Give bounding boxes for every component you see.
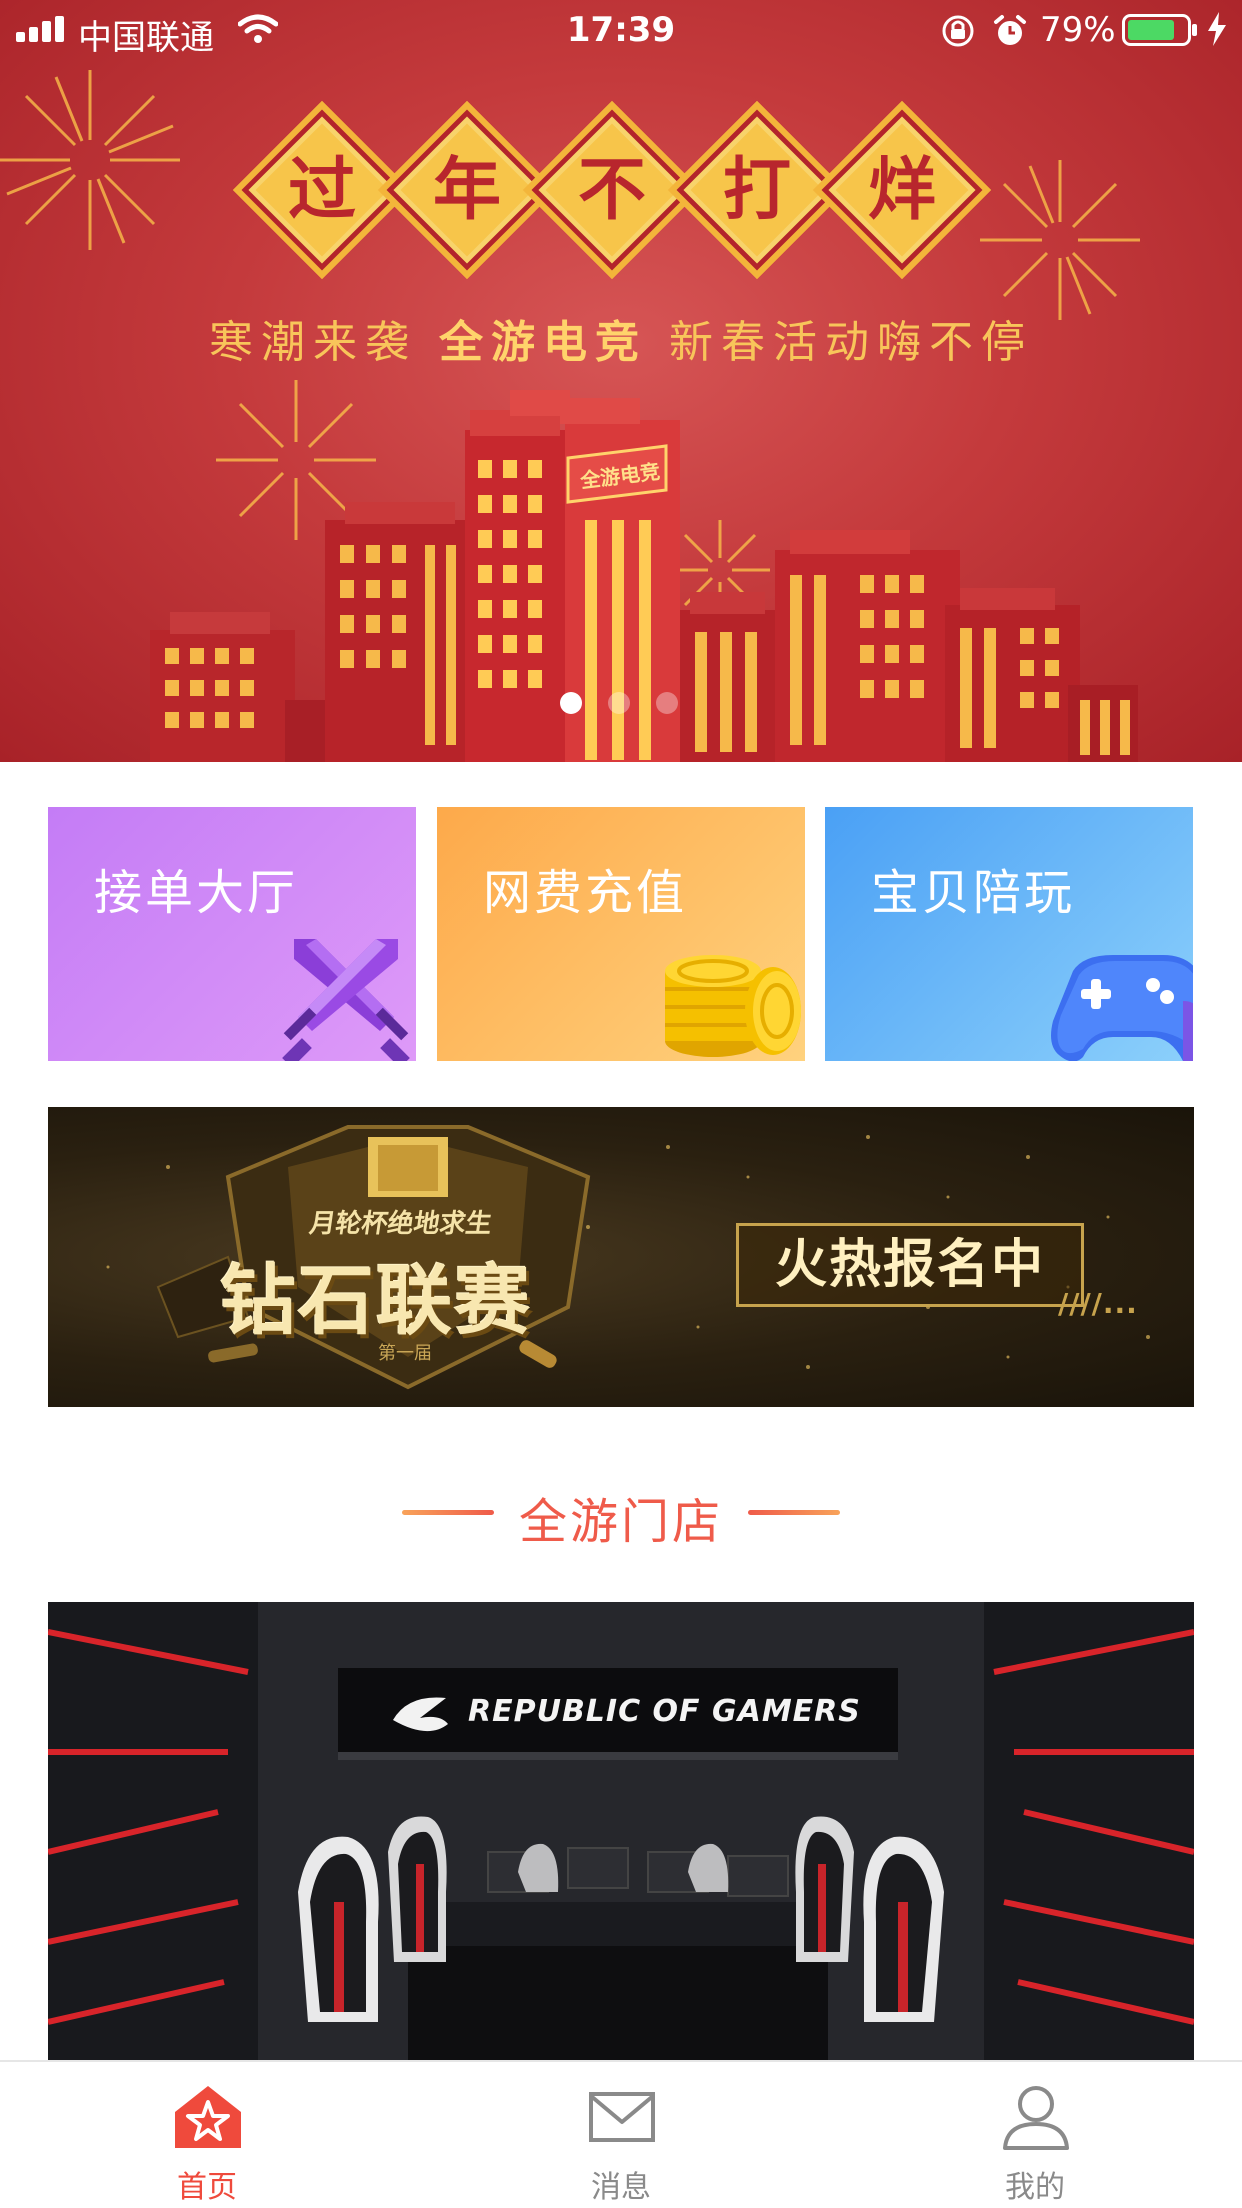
pager-dot[interactable] — [608, 692, 630, 714]
feature-card-label: 接单大厅 — [94, 865, 299, 921]
store-sign-text: REPUBLIC OF GAMERS — [468, 1694, 861, 1729]
section-title: 全游门店 — [518, 1494, 723, 1550]
store-interior-illustration — [48, 1602, 1194, 2062]
feature-card-companion-play[interactable]: 宝贝陪玩 — [825, 807, 1193, 1061]
battery-icon — [1122, 14, 1197, 46]
feature-card-net-recharge[interactable]: 网费充值 — [437, 807, 805, 1061]
banner-pager[interactable] — [560, 692, 704, 716]
tab-profile[interactable]: 我的 — [828, 2062, 1242, 2208]
status-bar: 中国联通 17:39 79% — [0, 0, 1242, 60]
tab-home[interactable]: 首页 — [0, 2062, 414, 2208]
tab-messages[interactable]: 消息 — [414, 2062, 828, 2208]
store-photo[interactable]: REPUBLIC OF GAMERS — [48, 1602, 1194, 2062]
hero-subtitle-brand: 全游电竞 — [439, 317, 647, 368]
envelope-icon — [589, 2092, 655, 2142]
tab-label: 首页 — [177, 2170, 237, 2205]
hero-subtitle: 寒潮来袭 全游电竞 新春活动嗨不停 — [0, 306, 1242, 370]
home-screen: 全游电竞 中国联通 17:39 79% 过 年 不 打 烊 寒潮来袭 全游电竞 … — [0, 0, 1242, 2208]
alarm-icon — [994, 15, 1026, 45]
feature-card-label: 宝贝陪玩 — [871, 865, 1076, 921]
pager-dot-active[interactable] — [560, 692, 582, 714]
hero-title-diamond: 烊 — [812, 100, 992, 280]
hero-subtitle-left: 寒潮来袭 — [209, 317, 417, 368]
bottom-tab-bar: 首页 消息 我的 — [0, 2060, 1242, 2208]
feature-card-label: 网费充值 — [483, 865, 688, 921]
rotation-lock-icon — [942, 15, 974, 47]
hero-title-char: 烊 — [867, 150, 936, 230]
promo-signup-label: 火热报名中 — [736, 1223, 1084, 1307]
user-icon — [1003, 2086, 1069, 2150]
charging-bolt-icon — [1208, 12, 1226, 46]
battery-percent: 79% — [1040, 10, 1116, 50]
tab-label: 我的 — [1005, 2170, 1065, 2205]
gold-coins-icon — [665, 955, 801, 1057]
promo-banner-diamond-league[interactable]: 月轮杯绝地求生 钻石联赛 第一届 火热报名中 ////... — [48, 1107, 1194, 1407]
promo-badge: 第一届 — [378, 1343, 432, 1364]
section-divider-right — [748, 1510, 840, 1515]
hero-title: 过 年 不 打 烊 — [232, 100, 1012, 280]
home-star-icon — [175, 2086, 241, 2148]
gamepad-icon — [1051, 955, 1193, 1061]
crossed-swords-icon — [282, 939, 410, 1061]
hero-subtitle-right: 新春活动嗨不停 — [669, 317, 1033, 368]
tab-label: 消息 — [591, 2170, 651, 2205]
promo-slashes-decoration: ////... — [1058, 1287, 1138, 1320]
hero-banner[interactable]: 全游电竞 中国联通 17:39 79% 过 年 不 打 烊 寒潮来袭 全游电竞 … — [0, 0, 1242, 762]
feature-card-order-hall[interactable]: 接单大厅 — [48, 807, 416, 1061]
promo-title: 钻石联赛 — [220, 1256, 532, 1345]
promo-subtitle: 月轮杯绝地求生 — [307, 1209, 494, 1239]
pager-dot[interactable] — [656, 692, 678, 714]
section-header-stores: 全游门店 — [0, 1476, 1242, 1550]
